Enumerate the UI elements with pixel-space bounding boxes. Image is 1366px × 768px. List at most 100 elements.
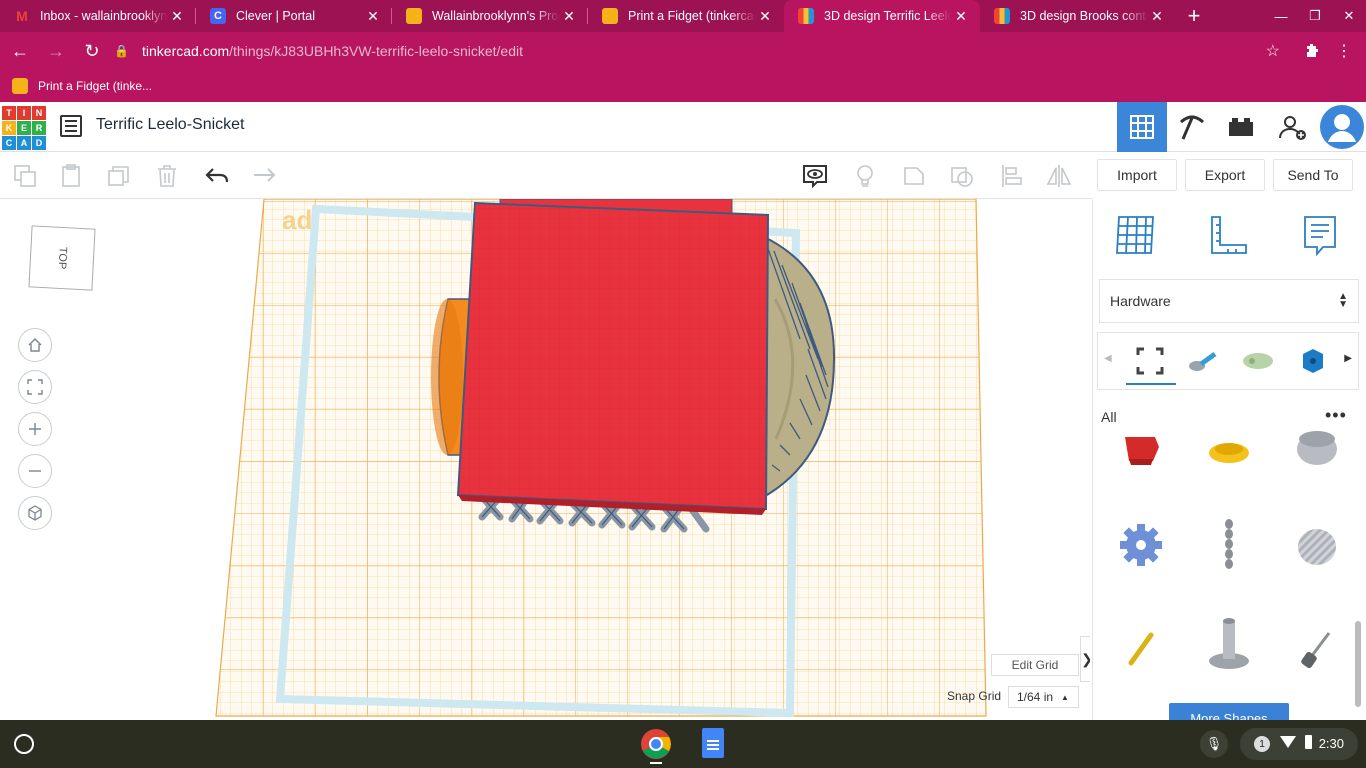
forward-icon[interactable]: → bbox=[40, 35, 72, 67]
minus-icon bbox=[29, 470, 41, 472]
export-button[interactable]: Export bbox=[1185, 159, 1265, 191]
launcher-icon[interactable] bbox=[14, 734, 34, 754]
chrome-menu-icon[interactable]: ⋮ bbox=[1330, 37, 1358, 65]
tab-title: Clever | Portal bbox=[236, 9, 315, 23]
close-tab-icon[interactable]: ✕ bbox=[756, 8, 774, 25]
paste-icon[interactable] bbox=[56, 161, 86, 191]
screw-icon[interactable] bbox=[1289, 621, 1345, 677]
design-name[interactable]: Terrific Leelo-Snicket bbox=[96, 116, 245, 134]
bookmark-item[interactable]: Print a Fidget (tinke... bbox=[12, 78, 152, 94]
restore-icon[interactable]: ❐ bbox=[1298, 0, 1332, 32]
solid-shape-icon[interactable] bbox=[899, 161, 929, 191]
striped-egg-icon[interactable] bbox=[1289, 517, 1345, 573]
perspective-button[interactable] bbox=[18, 496, 52, 530]
redo-icon[interactable] bbox=[249, 161, 279, 191]
pencil-icon[interactable] bbox=[1113, 621, 1169, 677]
address-bar[interactable]: 🔒 tinkercad.com/things/kJ83UBHh3VW-terri… bbox=[114, 35, 1292, 67]
avatar[interactable] bbox=[1317, 102, 1366, 152]
red-part-icon[interactable] bbox=[1113, 425, 1169, 481]
window-controls: — ❐ ✕ bbox=[1264, 0, 1366, 32]
tab-title: Print a Fidget (tinkercad bbox=[628, 9, 756, 23]
align-icon[interactable] bbox=[997, 161, 1027, 191]
close-tab-icon[interactable]: ✕ bbox=[952, 8, 970, 25]
fit-view-button[interactable] bbox=[18, 370, 52, 404]
close-window-icon[interactable]: ✕ bbox=[1332, 0, 1366, 32]
reload-icon[interactable]: ↻ bbox=[76, 35, 108, 67]
duplicate-icon[interactable] bbox=[104, 161, 134, 191]
zoom-in-button[interactable] bbox=[18, 412, 52, 446]
copy-icon[interactable] bbox=[10, 161, 40, 191]
docs-app-icon[interactable] bbox=[702, 728, 724, 758]
dome-icon[interactable] bbox=[1289, 425, 1345, 481]
delete-icon[interactable] bbox=[152, 161, 182, 191]
add-user-icon[interactable] bbox=[1267, 102, 1317, 152]
os-shelf: 🎙 1 2:30 bbox=[0, 720, 1366, 768]
panel-scrollbar[interactable] bbox=[1355, 621, 1361, 707]
standoff-icon[interactable] bbox=[1201, 617, 1257, 673]
microphone-icon[interactable]: 🎙 bbox=[1200, 730, 1228, 758]
minimize-icon[interactable]: — bbox=[1264, 0, 1298, 32]
carousel-left-icon[interactable]: ◀ bbox=[1104, 353, 1112, 364]
undo-icon[interactable] bbox=[202, 161, 232, 191]
clock[interactable]: 2:30 bbox=[1319, 736, 1344, 751]
view-cube[interactable]: TOP bbox=[28, 225, 96, 291]
zoom-out-button[interactable] bbox=[18, 454, 52, 488]
close-tab-icon[interactable]: ✕ bbox=[168, 8, 186, 25]
tab-print-fidget[interactable]: Print a Fidget (tinkercad ✕ bbox=[588, 0, 784, 32]
collapse-panel-button[interactable]: ❯ bbox=[1080, 636, 1090, 682]
workplane[interactable]: ad TOP Edit Grid Snap Grid 1/64 in ▲ bbox=[0, 199, 1090, 720]
tinkercad-logo-icon bbox=[798, 8, 814, 24]
close-tab-icon[interactable]: ✕ bbox=[560, 8, 578, 25]
mirror-icon[interactable] bbox=[1044, 161, 1074, 191]
tinkercad-avatar-icon bbox=[602, 8, 618, 24]
chrome-app-icon[interactable] bbox=[640, 728, 672, 760]
gear-icon[interactable] bbox=[1113, 517, 1169, 573]
tab-gmail[interactable]: M Inbox - wallainbrooklynn ✕ bbox=[0, 0, 196, 32]
yellow-part-icon[interactable] bbox=[1201, 425, 1257, 481]
3d-view-button[interactable] bbox=[1117, 102, 1167, 152]
hardware-bolt-icon[interactable] bbox=[1186, 343, 1222, 379]
fit-icon bbox=[27, 379, 43, 395]
tab-title: Wallainbrooklynn's Proje bbox=[432, 9, 560, 23]
hole-shape-icon[interactable] bbox=[947, 161, 977, 191]
grid-workplane-icon[interactable] bbox=[1113, 213, 1157, 257]
workplane-canvas[interactable]: ad bbox=[0, 199, 1090, 720]
tab-clever[interactable]: C Clever | Portal ✕ bbox=[196, 0, 392, 32]
chain-icon[interactable] bbox=[1201, 517, 1257, 573]
snap-grid-select[interactable]: 1/64 in ▲ bbox=[1008, 686, 1079, 708]
tinkercad-logo[interactable]: T I N K E R C A D bbox=[2, 106, 46, 150]
ruler-icon[interactable] bbox=[1206, 213, 1250, 257]
edit-grid-button[interactable]: Edit Grid bbox=[991, 654, 1079, 676]
send-to-button[interactable]: Send To bbox=[1273, 159, 1353, 191]
notification-badge[interactable]: 1 bbox=[1254, 736, 1270, 752]
pickaxe-icon[interactable] bbox=[1167, 102, 1217, 152]
cube-icon bbox=[28, 505, 42, 521]
close-tab-icon[interactable]: ✕ bbox=[1148, 8, 1166, 25]
lightbulb-icon[interactable] bbox=[850, 161, 880, 191]
notes-eye-icon[interactable] bbox=[800, 161, 830, 191]
close-tab-icon[interactable]: ✕ bbox=[364, 8, 382, 25]
extensions-icon[interactable] bbox=[1298, 37, 1326, 65]
tab-projects[interactable]: Wallainbrooklynn's Proje ✕ bbox=[392, 0, 588, 32]
more-shapes-button[interactable]: More Shapes bbox=[1169, 703, 1289, 720]
updown-icon: ▲ ▼ bbox=[1338, 291, 1348, 310]
bricks-icon[interactable] bbox=[1216, 102, 1266, 152]
notes-icon[interactable] bbox=[1297, 213, 1341, 257]
green-part-icon[interactable] bbox=[1240, 343, 1276, 379]
design-menu-icon[interactable] bbox=[60, 115, 82, 137]
tab-terrific-leelo[interactable]: 3D design Terrific Leelo-S ✕ bbox=[784, 0, 980, 32]
blue-block-icon[interactable] bbox=[1294, 343, 1330, 379]
import-button[interactable]: Import bbox=[1097, 159, 1177, 191]
new-tab-button[interactable]: + bbox=[1176, 0, 1212, 32]
red-box-shape[interactable] bbox=[456, 201, 770, 515]
carousel-right-icon[interactable]: ▶ bbox=[1344, 353, 1352, 364]
home-view-button[interactable] bbox=[18, 328, 52, 362]
all-shapes-icon[interactable] bbox=[1132, 343, 1168, 379]
logo-letter: R bbox=[32, 121, 46, 135]
shape-category-dropdown[interactable]: Hardware ▲ ▼ bbox=[1099, 279, 1359, 323]
back-icon[interactable]: ← bbox=[4, 35, 36, 67]
bookmark-star-icon[interactable]: ☆ bbox=[1266, 41, 1280, 61]
more-options-icon[interactable]: ••• bbox=[1325, 405, 1347, 426]
logo-letter: E bbox=[17, 121, 31, 135]
tab-brooks[interactable]: 3D design Brooks conte ✕ bbox=[980, 0, 1176, 32]
